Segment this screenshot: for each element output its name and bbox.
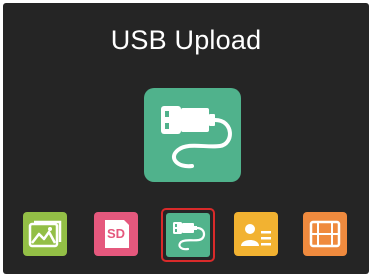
image-gallery-icon	[28, 220, 62, 248]
dock-item-sd-card[interactable]: SD	[94, 212, 138, 256]
dock-item-usb-selected[interactable]	[161, 208, 215, 262]
contact-card-icon	[241, 224, 271, 246]
usb-tile	[166, 213, 210, 257]
screen-title: USB Upload	[110, 25, 262, 55]
device-screen: USB Upload SD	[3, 3, 369, 274]
film-strip-icon	[309, 220, 341, 248]
usb-upload-hero-icon	[144, 88, 241, 182]
usb-cable-icon	[161, 106, 232, 169]
dock-item-gallery[interactable]	[23, 212, 67, 256]
dock-item-video[interactable]	[303, 212, 347, 256]
sd-card-label: SD	[106, 226, 126, 241]
app-dock: SD	[3, 207, 369, 262]
usb-cable-icon	[173, 222, 206, 251]
dock-item-contacts[interactable]	[234, 212, 278, 256]
